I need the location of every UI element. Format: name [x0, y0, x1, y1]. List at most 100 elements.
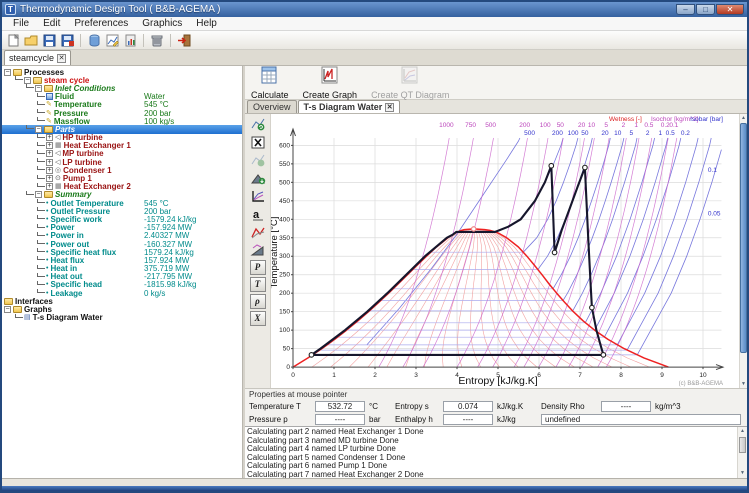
area-fill-icon[interactable] — [249, 242, 267, 258]
create-graph-button[interactable]: Create Graph — [301, 66, 360, 101]
tree-expander[interactable]: − — [35, 85, 42, 92]
property-field-pressure-p[interactable]: ---- — [315, 414, 365, 425]
tree-expander[interactable]: + — [46, 142, 53, 149]
chart-scrollbar-thumb[interactable] — [740, 123, 747, 353]
tree-item-power-out[interactable]: •Power out-160.327 MW — [2, 240, 242, 248]
exit-app-icon[interactable] — [176, 33, 192, 48]
tree-expander[interactable]: + — [46, 134, 53, 141]
tree-connector — [37, 215, 45, 219]
tab-t-s-diagram-water[interactable]: T-s Diagram Water✕ — [298, 100, 401, 113]
save-as-icon[interactable] — [59, 33, 75, 48]
tree-expander[interactable]: − — [35, 191, 42, 198]
tree-item-inlet-conditions[interactable]: −Inlet Conditions — [2, 84, 242, 92]
isochor-line — [556, 138, 626, 367]
action-button-label: Calculate — [251, 90, 289, 100]
tree-item-temperature[interactable]: ✎Temperature545 °C — [2, 101, 242, 109]
tree-expander[interactable]: + — [46, 183, 53, 190]
tree-item-power-in[interactable]: •Power in2.40327 MW — [2, 232, 242, 240]
fluid-icon — [46, 93, 53, 100]
tree-expander[interactable]: + — [46, 175, 53, 182]
log-scrollbar[interactable]: ▲ ▼ — [737, 427, 747, 478]
calculate-button[interactable]: Calculate — [249, 66, 291, 101]
graph-edit-icon[interactable] — [104, 33, 120, 48]
close-tab-icon[interactable]: ✕ — [385, 103, 394, 112]
tree-expander[interactable]: − — [4, 69, 11, 76]
tree-item-heat-out[interactable]: •Heat out-217.795 MW — [2, 273, 242, 281]
critical-point-marker — [471, 227, 475, 231]
app-window: T Thermodynamic Design Tool ( B&B-AGEMA … — [0, 0, 749, 493]
text-label-icon[interactable]: a — [249, 206, 267, 222]
document-tab-steamcycle[interactable]: steamcycle✕ — [4, 50, 71, 65]
edit-curves-icon[interactable] — [249, 224, 267, 240]
tree-item-specific-work[interactable]: •Specific work-1579.24 kJ/kg — [2, 215, 242, 223]
property-field-entropy-s[interactable]: 0.074 — [443, 401, 493, 412]
property-field-temperature-t[interactable]: 532.72 — [315, 401, 365, 412]
database-icon[interactable] — [86, 33, 102, 48]
calculation-log[interactable]: Calculating part 2 named Heat Exchanger … — [247, 428, 735, 478]
ts-diagram-plot[interactable]: 5002001005020105210.50.21000750500200100… — [271, 114, 731, 388]
menu-preferences[interactable]: Preferences — [67, 18, 135, 29]
tree-expander[interactable]: + — [46, 159, 53, 166]
tree-item-steam-cycle[interactable]: −steam cycle — [2, 76, 242, 84]
title-bar[interactable]: T Thermodynamic Design Tool ( B&B-AGEMA … — [2, 2, 747, 17]
tree-item-heat-exchanger-2[interactable]: +▦Heat Exchanger 2 — [2, 183, 242, 191]
axes-settings-icon[interactable] — [249, 188, 267, 204]
tree-item-mp-turbine[interactable]: +◁MP turbine — [2, 150, 242, 158]
tree-item-power[interactable]: •Power-157.924 MW — [2, 224, 242, 232]
refresh-graph-icon[interactable] — [249, 116, 267, 132]
toggle-rho-button[interactable]: ρ — [250, 294, 266, 309]
property-field-density-rho[interactable]: ---- — [601, 401, 651, 412]
menu-edit[interactable]: Edit — [36, 18, 67, 29]
save-icon[interactable] — [41, 33, 57, 48]
tree-expander[interactable]: + — [46, 167, 53, 174]
tree-item-t-s-diagram-water[interactable]: ▤T-s Diagram Water — [2, 314, 242, 322]
property-field-enthalpy-h[interactable]: ---- — [443, 414, 493, 425]
tree-item-specific-head[interactable]: •Specific head-1815.98 kJ/kg — [2, 281, 242, 289]
tree-item-outlet-temperature[interactable]: •Outlet Temperature545 °C — [2, 199, 242, 207]
tree-expander[interactable]: + — [46, 150, 53, 157]
scroll-up-icon[interactable]: ▲ — [738, 427, 747, 436]
close-tab-icon[interactable]: ✕ — [57, 54, 66, 63]
scroll-up-icon[interactable]: ▲ — [740, 114, 747, 122]
open-folder-icon[interactable] — [23, 33, 39, 48]
log-scrollbar-thumb[interactable] — [739, 437, 746, 453]
maximize-button[interactable]: □ — [696, 4, 715, 15]
report-icon[interactable] — [122, 33, 138, 48]
close-button[interactable]: ✕ — [716, 4, 744, 15]
tree-expander[interactable]: − — [24, 77, 31, 84]
tree-item-pressure[interactable]: ✎Pressure200 bar — [2, 109, 242, 117]
tree-item-outlet-pressure[interactable]: •Outlet Pressure200 bar — [2, 207, 242, 215]
tree-item-specific-heat-flux[interactable]: •Specific heat flux1579.24 kJ/kg — [2, 248, 242, 256]
export-excel-icon[interactable] — [249, 134, 267, 150]
isobar-line — [523, 138, 578, 252]
new-file-icon[interactable] — [5, 33, 21, 48]
tree-item-massflow[interactable]: ✎Massflow100 kg/s — [2, 117, 242, 125]
isobar-value-label: 2 — [646, 130, 650, 137]
tree-item-heat-exchanger-1[interactable]: +▦Heat Exchanger 1 — [2, 142, 242, 150]
scroll-down-icon[interactable]: ▼ — [740, 380, 747, 388]
isochor-value-label: 50 — [557, 122, 565, 129]
tab-overview[interactable]: Overview — [247, 100, 297, 113]
log-line: Calculating part 7 named Heat Exchanger … — [247, 471, 735, 479]
tree-item-heat-flux[interactable]: •Heat flux157.924 MW — [2, 256, 242, 264]
tree-item-processes[interactable]: −Processes — [2, 68, 242, 76]
delete-trash-icon[interactable] — [149, 33, 165, 48]
toggle-p-button[interactable]: P — [250, 260, 266, 275]
export-image-icon[interactable] — [249, 170, 267, 186]
toggle-x-button[interactable]: X — [250, 311, 266, 326]
tree-item-fluid[interactable]: FluidWater — [2, 93, 242, 101]
menu-file[interactable]: File — [6, 18, 36, 29]
tree-item-parts[interactable]: −Parts — [2, 125, 242, 133]
tree-item-condenser-1[interactable]: +◎Condenser 1 — [2, 166, 242, 174]
toggle-t-button[interactable]: T — [250, 277, 266, 292]
menu-graphics[interactable]: Graphics — [135, 18, 189, 29]
tree-item-lp-turbine[interactable]: +◁LP turbine — [2, 158, 242, 166]
menu-help[interactable]: Help — [189, 18, 224, 29]
chart-scrollbar[interactable]: ▲ ▼ — [739, 114, 747, 388]
tree-expander[interactable]: − — [4, 306, 11, 313]
scroll-down-icon[interactable]: ▼ — [738, 469, 747, 478]
tree-expander[interactable]: − — [35, 126, 42, 133]
property-field-undefined[interactable]: undefined — [541, 414, 741, 425]
minimize-button[interactable]: – — [676, 4, 695, 15]
tree-item-heat-in[interactable]: •Heat in375.719 MW — [2, 265, 242, 273]
